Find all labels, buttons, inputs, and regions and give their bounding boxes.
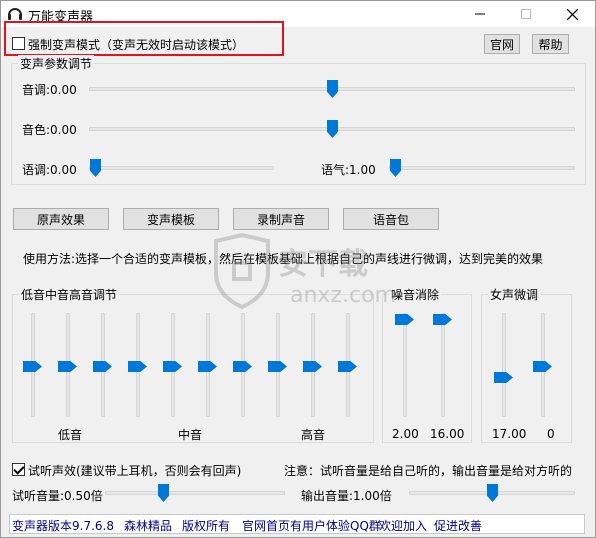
noise-value-1: 2.00 — [392, 427, 419, 441]
noise-slider-2[interactable] — [433, 313, 453, 417]
eq-band-thumb-6[interactable] — [198, 361, 217, 372]
noise-value-2: 16.00 — [430, 427, 465, 441]
eq-band-thumb-1[interactable] — [23, 361, 42, 372]
monitor-volume-slider[interactable] — [105, 483, 285, 503]
female-slider-2[interactable] — [533, 313, 553, 417]
app-window: 万能变声器 强制变声模式（变声无效时启动该模式） 官网 帮助 变声参数调节 音调… — [0, 0, 596, 538]
maximize-icon — [521, 9, 531, 19]
record-button[interactable]: 录制声音 — [233, 208, 329, 230]
female-value-1: 17.00 — [492, 427, 527, 441]
speed-slider[interactable] — [89, 158, 274, 178]
status-improve-link[interactable]: 促进改善 — [434, 517, 482, 534]
status-bar: 变声器版本9.7.6.8 森林精品 版权所有 官网首页有用户体验QQ群 欢迎加入… — [9, 514, 585, 534]
eq-low-label: 低音 — [58, 428, 83, 442]
voice-pack-button[interactable]: 语音包 — [343, 208, 439, 230]
eq-band-slider-2[interactable] — [58, 313, 78, 417]
status-version: 变声器版本9.7.6.8 — [12, 519, 114, 533]
female-slider-2-thumb[interactable] — [533, 361, 552, 372]
noise-slider-1[interactable] — [395, 313, 415, 417]
monitor-volume-thumb[interactable] — [158, 484, 169, 502]
help-button[interactable]: 帮助 — [532, 34, 569, 54]
status-qq-link[interactable]: 官网首页有用户体验QQ群 — [242, 517, 381, 534]
usage-text: 使用方法:选择一个合适的变声模板，然后在模板基础上根据自己的声线进行微调，达到完… — [23, 252, 544, 266]
highlight-box — [4, 21, 284, 56]
eq-band-slider-4[interactable] — [128, 313, 148, 417]
status-brand[interactable]: 森林精品 — [124, 517, 172, 534]
official-site-button[interactable]: 官网 — [484, 34, 520, 54]
params-group-label: 变声参数调节 — [18, 55, 95, 72]
female-slider-1[interactable] — [494, 313, 514, 417]
status-join-link[interactable]: 欢迎加入 — [379, 517, 427, 534]
output-volume-thumb[interactable] — [487, 484, 498, 502]
eq-band-thumb-5[interactable] — [163, 361, 182, 372]
eq-group-label: 低音中音高音调节 — [19, 286, 120, 303]
original-sound-button[interactable]: 原声效果 — [13, 208, 109, 230]
speed-slider-thumb[interactable] — [90, 159, 101, 177]
eq-band-slider-6[interactable] — [198, 313, 218, 417]
eq-band-slider-7[interactable] — [233, 313, 253, 417]
close-icon — [566, 8, 578, 20]
close-button[interactable] — [549, 1, 595, 27]
minimize-button[interactable] — [457, 1, 503, 27]
eq-band-thumb-4[interactable] — [128, 361, 147, 372]
noise-slider-1-thumb[interactable] — [395, 314, 414, 325]
tone-slider-thumb[interactable] — [390, 159, 401, 177]
monitor-checkbox[interactable] — [12, 463, 25, 476]
headset-app-icon — [8, 8, 22, 20]
female-slider-1-thumb[interactable] — [494, 372, 513, 383]
status-rights: 版权所有 — [182, 519, 231, 533]
noise-group-label: 噪音消除 — [389, 286, 442, 303]
timbre-label: 音色:0.00 — [22, 123, 77, 137]
eq-band-slider-9[interactable] — [303, 313, 323, 417]
eq-band-thumb-3[interactable] — [93, 361, 112, 372]
eq-band-slider-3[interactable] — [93, 313, 113, 417]
eq-band-thumb-8[interactable] — [268, 361, 287, 372]
eq-band-slider-5[interactable] — [163, 313, 183, 417]
noise-slider-2-thumb[interactable] — [433, 314, 452, 325]
monitor-label: 试听声效(建议带上耳机，否则会有回声) — [28, 464, 242, 478]
eq-band-thumb-7[interactable] — [233, 361, 252, 372]
maximize-button[interactable] — [503, 1, 549, 27]
speed-label: 语调:0.00 — [22, 163, 77, 177]
pitch-label: 音调:0.00 — [22, 83, 77, 97]
output-volume-label: 输出音量:1.00倍 — [301, 489, 392, 503]
eq-band-thumb-10[interactable] — [338, 361, 357, 372]
eq-high-label: 高音 — [301, 428, 326, 442]
monitor-volume-label: 试听音量:0.50倍 — [12, 489, 103, 503]
timbre-slider-thumb[interactable] — [327, 120, 338, 138]
minimize-icon — [475, 13, 485, 15]
eq-band-thumb-9[interactable] — [303, 361, 322, 372]
eq-band-slider-8[interactable] — [268, 313, 288, 417]
voice-template-button[interactable]: 变声模板 — [123, 208, 219, 230]
tone-label: 语气:1.00 — [321, 163, 376, 177]
volume-note: 注意：试听音量是给自己听的，输出音量是给对方听的 — [284, 464, 573, 478]
tone-slider[interactable] — [389, 158, 575, 178]
pitch-slider-thumb[interactable] — [327, 80, 338, 98]
eq-band-thumb-2[interactable] — [58, 361, 77, 372]
female-group-label: 女声微调 — [488, 286, 541, 303]
female-value-2: 0 — [547, 427, 555, 441]
pitch-slider[interactable] — [89, 79, 575, 99]
eq-mid-label: 中音 — [178, 428, 203, 442]
eq-band-slider-1[interactable] — [23, 313, 43, 417]
timbre-slider[interactable] — [89, 119, 575, 139]
eq-band-slider-10[interactable] — [338, 313, 358, 417]
output-volume-slider[interactable] — [409, 483, 575, 503]
